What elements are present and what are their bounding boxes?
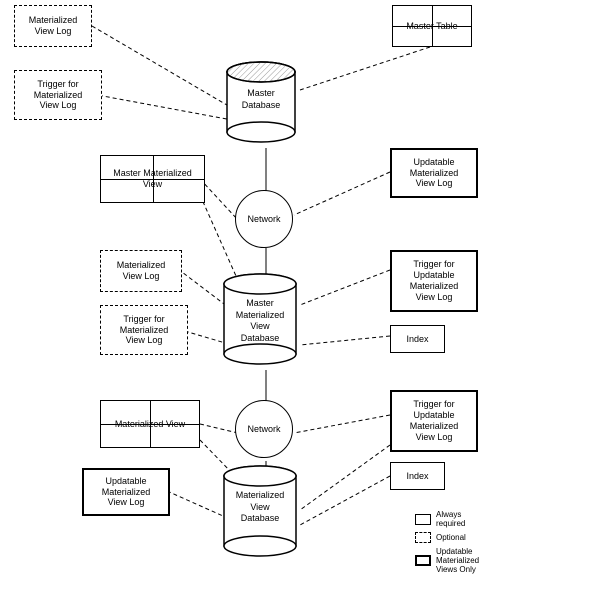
- mat-view-log-mid: MaterializedView Log: [100, 250, 182, 292]
- master-database: MasterDatabase: [225, 58, 297, 146]
- network1: Network: [235, 190, 293, 248]
- trigger-mat-log-mid: Trigger forMaterializedView Log: [100, 305, 188, 355]
- legend-thick-label: UpdatableMaterializedViews Only: [436, 547, 479, 574]
- index-mid: Index: [390, 325, 445, 353]
- legend-thick-box: [415, 555, 431, 566]
- materialized-view: Materialized View: [100, 400, 200, 448]
- legend: Alwaysrequired Optional UpdatableMateria…: [415, 510, 479, 574]
- updatable-mat-view-log-mid: UpdatableMaterializedView Log: [390, 148, 478, 198]
- trigger-mat-log-top: Trigger forMaterializedView Log: [14, 70, 102, 120]
- updatable-mat-view-log-bot: UpdatableMaterializedView Log: [82, 468, 170, 516]
- network2: Network: [235, 400, 293, 458]
- mat-view-database: MaterializedViewDatabase: [222, 462, 298, 562]
- trigger-updatable-mid: Trigger forUpdatableMaterializedView Log: [390, 250, 478, 312]
- master-materialized-view: Master MaterializedView: [100, 155, 205, 203]
- legend-solid-label: Alwaysrequired: [436, 510, 465, 528]
- legend-solid-box: [415, 514, 431, 525]
- legend-dashed-label: Optional: [436, 533, 466, 542]
- index-bot: Index: [390, 462, 445, 490]
- legend-dashed-box: [415, 532, 431, 543]
- trigger-updatable-bot: Trigger forUpdatableMaterializedView Log: [390, 390, 478, 452]
- master-mat-view-database: MasterMaterializedViewDatabase: [222, 270, 298, 370]
- master-table: Master Table: [392, 5, 472, 47]
- mat-view-log-top: Materialized View Log: [14, 5, 92, 47]
- diagram: Materialized View Log Trigger forMateria…: [0, 0, 600, 592]
